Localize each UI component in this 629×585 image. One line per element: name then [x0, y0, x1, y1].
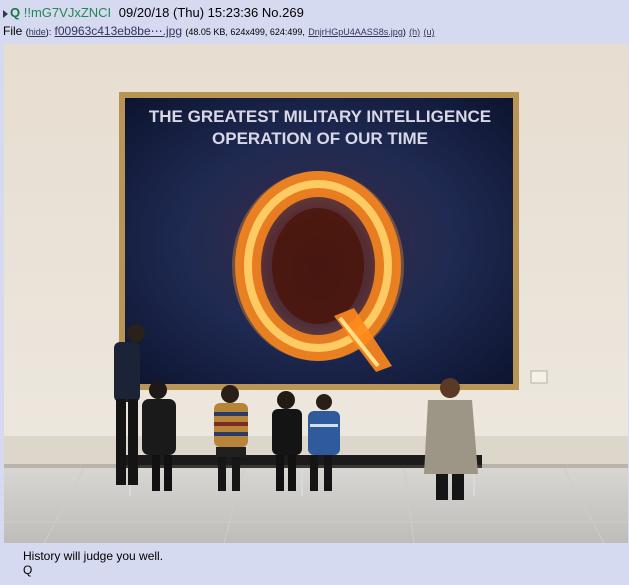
file-label: File — [3, 24, 23, 38]
post-number-link[interactable]: No.269 — [262, 5, 304, 20]
post-intro: Q !!mG7VJxZNCI 09/20/18 (Thu) 15:23:36 N… — [3, 5, 304, 21]
h-link[interactable]: (h) — [409, 27, 420, 37]
file-info: File (hide): f00963c413eb8be⋯.jpg (48.05… — [3, 24, 435, 38]
wall-placard — [530, 370, 548, 384]
banner-line2: OPERATION OF OUR TIME — [212, 129, 428, 148]
original-filename-link[interactable]: DnjrHGpU4AASS8s.jpg — [308, 27, 403, 37]
banner-line1: THE GREATEST MILITARY INTELLIGENCE — [149, 107, 491, 126]
post-message: History will judge you well. Q — [23, 549, 163, 577]
poster-name: Q — [10, 5, 21, 20]
hide-image-link[interactable]: hide — [29, 27, 46, 37]
message-signature: Q — [23, 563, 33, 577]
file-meta: (48.05 KB, 624x499, 624:499, — [185, 27, 305, 37]
post-image-svg: THE GREATEST MILITARY INTELLIGENCE OPERA… — [4, 44, 628, 543]
file-link[interactable]: f00963c413eb8be⋯.jpg — [55, 24, 182, 38]
post-image[interactable]: THE GREATEST MILITARY INTELLIGENCE OPERA… — [4, 44, 628, 543]
post-date: 09/20/18 (Thu) 15:23:36 — [118, 5, 259, 20]
u-link[interactable]: (u) — [424, 27, 435, 37]
post-menu-arrow-icon[interactable] — [3, 9, 8, 18]
message-line-1: History will judge you well. — [23, 549, 164, 563]
poster-tripcode: !!mG7VJxZNCI — [23, 5, 112, 20]
post-container: Q !!mG7VJxZNCI 09/20/18 (Thu) 15:23:36 N… — [0, 0, 629, 585]
